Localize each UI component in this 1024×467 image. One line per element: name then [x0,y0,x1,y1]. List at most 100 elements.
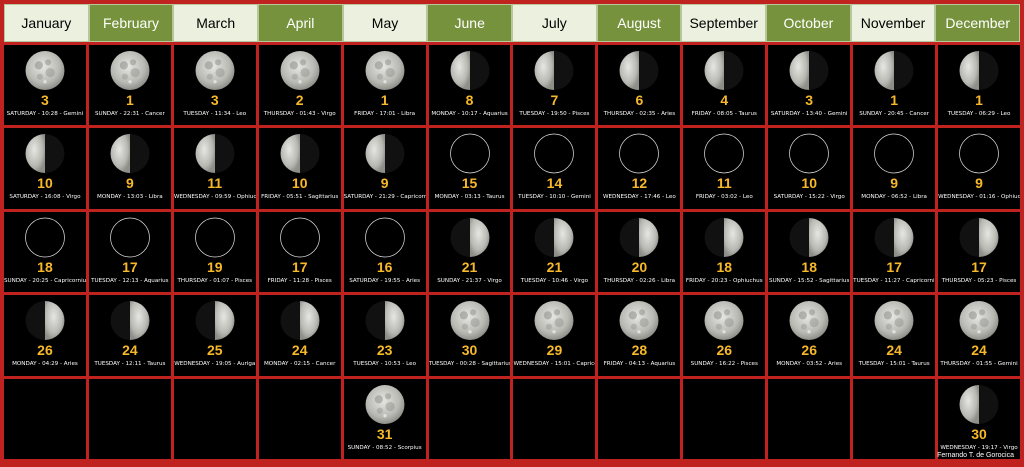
phase-details: MONDAY - 10:17 - Aquarius [431,111,508,117]
phase-details: SUNDAY - 20:25 - Capricornius [4,277,86,284]
phase-details: TUESDAY - 15:01 - Taurus [858,361,930,368]
phase-cell [768,378,851,459]
phase-day-number: 28 [631,342,648,359]
phase-details: TUESDAY - 06:29 - Leo [947,111,1011,117]
phase-day-number: 18 [716,258,733,275]
phase-cell: 23 TUESDAY - 10:53 - Leo [343,295,426,376]
phase-details: THURSDAY - 05:23 - Pisces [941,277,1017,284]
phase-cell [173,378,256,459]
last-quarter-moon-icon [959,51,999,90]
phase-day-number: 11 [207,175,223,192]
phase-cell [428,378,511,459]
phase-cell: 1 FRIDAY - 17:01 - Libra [343,45,426,126]
new-moon-icon [449,134,490,174]
new-moon-icon [110,217,150,258]
month-header-february: February [88,4,174,42]
phase-cell: 26 MONDAY - 03:52 - Aries [768,295,851,376]
phase-cell: 24 TUESDAY - 12:11 - Taurus [88,295,171,376]
calendar-frame: January February March April May June July Augu… [4,4,1021,459]
phase-day-number: 9 [125,175,134,192]
phase-cell: 10 SATURDAY - 16:08 - Virgo [4,128,86,209]
phase-details: FRIDAY - 20:23 - Ophiuchus [685,277,763,284]
month-header-november: November [850,4,936,42]
phase-cell: 24 THURSDAY - 01:55 - Gemini [938,295,1020,376]
full-moon-icon [534,301,574,341]
phase-day-number: 18 [37,258,53,275]
phase-day-number: 25 [206,342,223,359]
new-moon-icon [789,134,830,174]
phase-details: THURSDAY - 02:35 - Aries [603,111,676,117]
phase-cell: 7 TUESDAY - 19:50 - Pisces [513,45,596,126]
phase-cell [258,378,341,459]
phase-day-number: 17 [886,258,902,275]
phase-details: TUESDAY - 19:50 - Pisces [519,111,590,117]
last-quarter-moon-icon [704,51,744,90]
phase-details: TUESDAY - 11:34 - Leo [183,111,247,117]
phase-details: TUESDAY - 12:11 - Taurus [94,361,166,368]
full-moon-icon [619,301,659,341]
phase-cell: 26 SUNDAY - 16:22 - Pisces [683,295,766,376]
phase-day-number: 29 [546,342,563,359]
phase-details: SATURDAY - 21:29 - Capricornius [343,194,426,201]
phase-day-number: 30 [461,342,478,359]
phase-details: MONDAY - 13:03 - Libra [97,194,163,201]
phase-day-number: 21 [546,258,563,275]
phase-cell: 17 THURSDAY - 05:23 - Pisces [938,211,1020,293]
phase-cell: 3 SATURDAY - 10:28 - Gemini [4,45,86,126]
month-header-august: August [596,4,682,42]
phase-cell: 9 WEDNESDAY - 01:16 - Ophiuchus [938,128,1020,209]
phase-day-number: 20 [631,258,648,275]
phase-cell: 28 FRIDAY - 04:13 - Aquarius [598,295,681,376]
phase-day-number: 26 [37,342,53,359]
phase-details: FRIDAY - 17:01 - Libra [354,111,416,117]
month-header-march: March [173,4,259,42]
phase-cell: 6 THURSDAY - 02:35 - Aries [598,45,681,126]
phase-cell: 24 MONDAY - 02:15 - Cancer [258,295,341,376]
author-credit: Fernando T. de Gorocica [937,452,1014,459]
phase-details: SUNDAY - 21:37 - Virgo [437,277,502,284]
last-quarter-moon-icon [874,51,914,90]
phase-details: WEDNESDAY - 09:59 - Ophiuchus [173,194,256,201]
phase-cell: 8 MONDAY - 10:17 - Aquarius [428,45,511,126]
phase-cell: 10 FRIDAY - 05:51 - Sagittarius [258,128,341,209]
phase-cell: 18 SUNDAY - 15:52 - Sagittarius [768,211,851,293]
phase-day-number: 15 [461,175,478,192]
first-quarter-moon-icon [619,217,659,257]
phase-day-number: 1 [380,92,389,108]
phase-day-number: 1 [125,92,134,108]
first-quarter-moon-icon [874,217,914,257]
full-moon-icon [110,51,150,90]
phase-cell: 3 TUESDAY - 11:34 - Leo [173,45,256,126]
phase-cell: 11 FRIDAY - 03:02 - Leo [683,128,766,209]
phase-cell: 20 THURSDAY - 02:26 - Libra [598,211,681,293]
new-moon-icon [279,217,320,258]
phase-cell: 11 WEDNESDAY - 09:59 - Ophiuchus [173,128,256,209]
phase-day-number: 3 [210,92,219,108]
first-quarter-moon-icon [534,217,574,257]
moon-phase-grid: 3 SATURDAY - 10:28 - Gemini 1 SUNDAY - 22:… [4,42,1020,459]
phase-details: WEDNESDAY - 19:17 - Virgo [940,444,1018,451]
full-moon-icon [874,301,914,341]
phase-cell: 18 FRIDAY - 20:23 - Ophiuchus [683,211,766,293]
phase-day-number: 16 [376,258,393,275]
phase-day-number: 21 [461,258,478,275]
phase-cell: 4 FRIDAY - 08:05 - Taurus [683,45,766,126]
phase-details: THURSDAY - 02:26 - Libra [603,277,676,284]
phase-cell: 17 FRIDAY - 11:28 - Pisces [258,211,341,293]
new-moon-icon [364,217,405,258]
phase-cell: 30 WEDNESDAY - 19:17 - Virgo [938,378,1020,459]
phase-day-number: 24 [971,342,987,359]
phase-day-number: 4 [720,92,729,108]
month-header-september: September [681,4,767,42]
phase-day-number: 10 [801,175,817,192]
phase-details: MONDAY - 03:13 - Taurus [434,194,505,201]
first-quarter-moon-icon [280,301,320,341]
new-moon-icon [874,134,914,174]
phase-day-number: 26 [801,342,817,359]
phase-day-number: 1 [890,92,899,108]
phase-cell: 24 TUESDAY - 15:01 - Taurus [853,295,936,376]
phase-day-number: 17 [291,258,308,275]
month-header-april: April [258,4,343,42]
phase-day-number: 7 [550,92,559,108]
phase-cell: 21 SUNDAY - 21:37 - Virgo [428,211,511,293]
